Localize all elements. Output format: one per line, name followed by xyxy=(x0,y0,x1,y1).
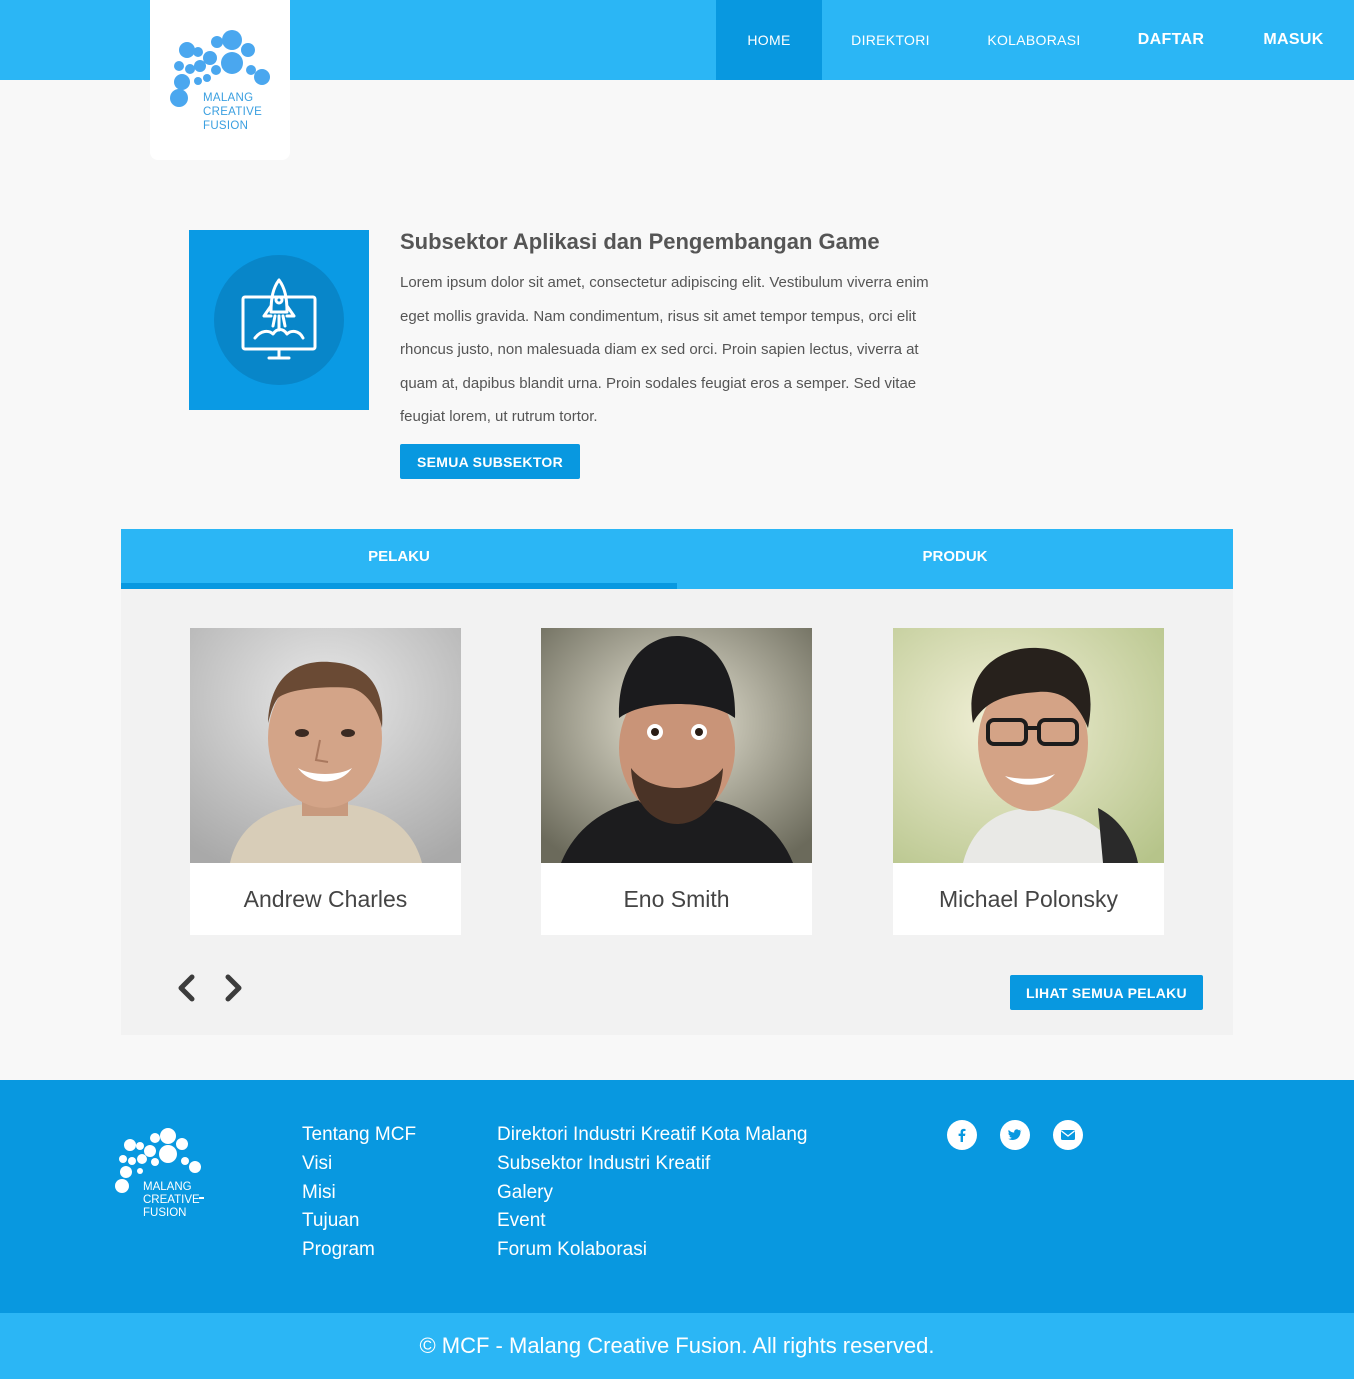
person-name: Andrew Charles xyxy=(243,885,408,912)
footer-link[interactable]: Subsektor Industri Kreatif xyxy=(497,1150,807,1179)
subsektor-description: Lorem ipsum dolor sit amet, consectetur … xyxy=(400,274,929,426)
logo-text: MALANG CREATIVE FUSION xyxy=(203,92,263,132)
footer-link[interactable]: Tujuan xyxy=(302,1207,416,1236)
nav-home[interactable]: HOME xyxy=(716,0,822,80)
chevron-right-icon[interactable] xyxy=(220,973,246,1003)
footer-logo[interactable]: MALANG CREATIVE FUSION xyxy=(112,1124,212,1229)
subsektor-title: Subsektor Aplikasi dan Pengembangan Game xyxy=(400,229,880,254)
footer-link[interactable]: Misi xyxy=(302,1179,416,1208)
copyright-bar: © MCF - Malang Creative Fusion. All righ… xyxy=(0,1313,1354,1379)
tabs-bar: PELAKU PRODUK xyxy=(121,529,1233,589)
footer-link[interactable]: Program xyxy=(302,1236,416,1265)
nav-daftar[interactable]: DAFTAR xyxy=(1109,0,1233,80)
bubble-logo-icon xyxy=(170,30,270,107)
footer-link[interactable]: Visi xyxy=(302,1150,416,1179)
main-nav: HOME DIREKTORI KOLABORASI DAFTAR MASUK xyxy=(716,0,1354,80)
semua-subsektor-button[interactable]: SEMUA SUBSEKTOR xyxy=(400,444,580,479)
person-photo xyxy=(893,628,1164,863)
person-name: Eno Smith xyxy=(623,885,730,912)
nav-kolaborasi[interactable]: KOLABORASI xyxy=(959,0,1109,80)
person-photo xyxy=(190,628,461,863)
footer-links-about: Tentang MCF Visi Misi Tujuan Program xyxy=(302,1121,416,1265)
facebook-icon[interactable] xyxy=(947,1120,977,1150)
footer-link[interactable]: Galery xyxy=(497,1179,807,1208)
footer: MALANG CREATIVE FUSION Tentang MCF Visi … xyxy=(0,1080,1354,1313)
footer-logo-text: MALANG CREATIVE FUSION xyxy=(143,1181,200,1219)
footer-link[interactable]: Event xyxy=(497,1207,807,1236)
rocket-monitor-icon xyxy=(214,255,344,385)
twitter-icon[interactable] xyxy=(1000,1120,1030,1150)
chevron-left-icon[interactable] xyxy=(174,973,200,1003)
site-logo[interactable]: MALANG CREATIVE FUSION xyxy=(150,0,290,160)
footer-link[interactable]: Direktori Industri Kreatif Kota Malang xyxy=(497,1121,807,1150)
nav-masuk[interactable]: MASUK xyxy=(1233,0,1354,80)
subsektor-icon-box xyxy=(189,230,369,410)
email-icon[interactable] xyxy=(1053,1120,1083,1150)
footer-links-directory: Direktori Industri Kreatif Kota Malang S… xyxy=(497,1121,807,1265)
copyright-text: © MCF - Malang Creative Fusion. All righ… xyxy=(419,1333,935,1358)
tab-produk[interactable]: PRODUK xyxy=(677,529,1233,589)
footer-link[interactable]: Tentang MCF xyxy=(302,1121,416,1150)
person-name: Michael Polonsky xyxy=(939,885,1118,912)
tab-pelaku[interactable]: PELAKU xyxy=(121,529,677,589)
lihat-semua-pelaku-button[interactable]: LIHAT SEMUA PELAKU xyxy=(1010,975,1203,1010)
person-photo xyxy=(541,628,812,863)
footer-link[interactable]: Forum Kolaborasi xyxy=(497,1236,807,1265)
pelaku-panel: Andrew Charles Eno Smith Michael Polonsk… xyxy=(121,589,1233,1035)
person-card[interactable]: Andrew Charles xyxy=(190,628,461,935)
person-card[interactable]: Eno Smith xyxy=(541,628,812,935)
person-card[interactable]: Michael Polonsky xyxy=(893,628,1164,935)
nav-direktori[interactable]: DIREKTORI xyxy=(822,0,959,80)
